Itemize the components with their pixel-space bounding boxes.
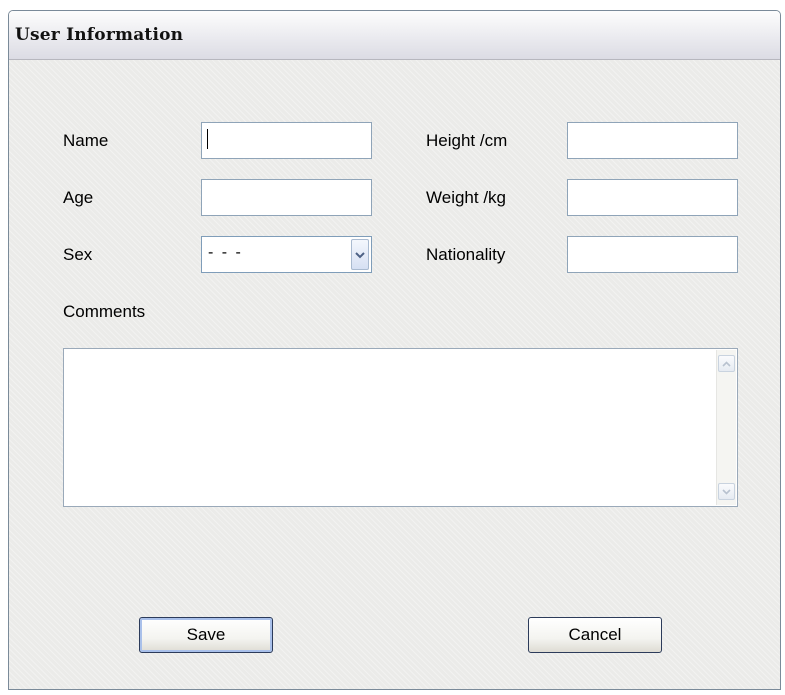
title-bar[interactable]: User Information (9, 11, 780, 60)
scroll-up-button[interactable] (718, 355, 735, 372)
save-button[interactable]: Save (139, 617, 273, 653)
sex-select-value: - - - (208, 244, 243, 261)
weight-field[interactable] (567, 179, 738, 216)
chevron-down-icon (355, 251, 365, 258)
form-panel: Name Age Sex - - - Height /cm Weight /kg… (9, 60, 780, 689)
scroll-up-arrow-icon (722, 360, 731, 367)
name-label: Name (63, 131, 109, 150)
age-field[interactable] (201, 179, 372, 216)
sex-label: Sex (63, 245, 93, 264)
user-information-window: User Information Name Age Sex - - - Heig… (8, 10, 781, 690)
comments-label: Comments (63, 302, 146, 321)
comments-textarea[interactable] (63, 348, 738, 507)
nationality-field[interactable] (567, 236, 738, 273)
sex-dropdown-button[interactable] (351, 239, 369, 270)
window-title: User Information (15, 25, 184, 45)
nationality-label: Nationality (426, 245, 506, 264)
sex-select[interactable]: - - - (201, 236, 372, 273)
text-caret (207, 129, 208, 149)
name-field[interactable] (201, 122, 372, 159)
height-label: Height /cm (426, 131, 508, 150)
weight-label: Weight /kg (426, 188, 507, 207)
cancel-button[interactable]: Cancel (528, 617, 662, 653)
height-field[interactable] (567, 122, 738, 159)
comments-scrollbar[interactable] (716, 350, 736, 505)
scroll-down-button[interactable] (718, 483, 735, 500)
scroll-down-arrow-icon (722, 488, 731, 495)
age-label: Age (63, 188, 94, 207)
